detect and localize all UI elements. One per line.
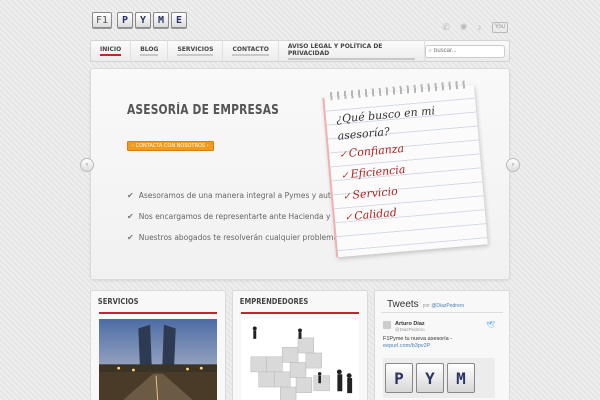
box-title: SERVICIOS — [97, 297, 139, 306]
servicios-box: SERVICIOS — [90, 290, 226, 400]
twitter-bird-icon[interactable]: 🕊 — [486, 321, 495, 329]
tweet-author: Arturo Díaz @DiazPedrero 🕊 — [383, 321, 495, 332]
tweet-link[interactable]: eepurl.com/b3pv2P — [383, 343, 430, 349]
tweets-handle-link[interactable]: @DiazPedrero — [431, 303, 464, 309]
title-divider — [241, 312, 359, 314]
logo-key-prefix: F1 — [92, 12, 112, 28]
logo-key: M — [153, 12, 169, 28]
logo-key: P — [117, 12, 133, 28]
tweet-body: F1Pyme tu nueva asesoría - — [383, 336, 453, 342]
nav-item-label: Servicios — [177, 46, 214, 56]
tweet-media[interactable]: P Y M — [383, 358, 495, 398]
notepad-item-text: Eficiencia — [350, 162, 406, 181]
slider-next-button[interactable]: › — [506, 158, 520, 172]
nav-item-label: Contacto — [232, 46, 269, 56]
chevron-left-icon: ‹ — [86, 162, 88, 168]
media-key: M — [447, 363, 475, 393]
hero-slider: ASESORÍA DE EMPRESAS › CONTACTA CON NOSO… — [90, 68, 510, 280]
nav-item-servicios[interactable]: Servicios — [168, 40, 224, 62]
nav-item-label: Blog — [140, 46, 159, 56]
check-icon: ✓ — [344, 212, 353, 224]
check-icon: ✓ — [340, 170, 350, 182]
nav-item-inicio[interactable]: Inicio — [91, 40, 132, 62]
check-icon: ✔ — [127, 212, 134, 221]
slider-prev-button[interactable]: ‹ — [80, 158, 94, 172]
logo-key: Y — [135, 12, 151, 28]
media-key: Y — [416, 363, 444, 393]
nav-item-blog[interactable]: Blog — [131, 40, 169, 62]
notepad-item-text: Servicio — [351, 184, 399, 202]
check-icon: ✔ — [127, 233, 134, 242]
notepad-item-text: Calidad — [353, 205, 398, 223]
contact-cta-button[interactable]: › CONTACTA CON NOSOTROS › — [127, 141, 214, 151]
twitter-widget: Tweets por @DiazPedrero Arturo Díaz @Dia… — [374, 290, 510, 400]
avatar[interactable] — [383, 321, 391, 329]
box-title: EMPRENDEDORES — [239, 297, 309, 306]
nav-item-aviso-legal[interactable]: Aviso legal y política de privacidad — [279, 40, 425, 62]
tweet-text: F1Pyme tu nueva asesoría - eepurl.com/b3… — [383, 336, 495, 350]
chevron-right-icon: › — [512, 162, 514, 168]
media-key: P — [385, 363, 413, 393]
social-links: ✆ ✺ ♪ You — [442, 22, 508, 33]
slide-title: ASESORÍA DE EMPRESAS — [127, 103, 280, 118]
tweets-title: Tweets — [387, 299, 419, 310]
check-icon: ✓ — [338, 150, 348, 161]
puzzle-photo[interactable] — [241, 319, 359, 400]
tweet-author-handle[interactable]: @DiazPedrero — [395, 327, 425, 332]
notepad-image: ¿Qué busco en mi asesoría? ✓Confianza ✓E… — [322, 80, 488, 258]
check-icon: ✓ — [342, 191, 352, 203]
nav-item-label: Inicio — [100, 46, 122, 56]
search-input[interactable] — [434, 48, 504, 54]
tweets-divider — [381, 312, 503, 313]
check-icon: ✔ — [127, 191, 134, 200]
youtube-icon[interactable]: You — [491, 22, 508, 33]
nav-item-label: Aviso legal y política de privacidad — [287, 43, 415, 60]
tweets-via-prefix: por — [422, 303, 430, 309]
nav-item-contacto[interactable]: Contacto — [223, 40, 279, 62]
tweet: Arturo Díaz @DiazPedrero 🕊 F1Pyme tu nue… — [383, 321, 495, 398]
search-icon: ⌕ — [428, 47, 432, 54]
feature-text: Asesoramos de una manera integral a Pyme… — [138, 191, 361, 200]
search-box: ⌕ — [424, 44, 505, 58]
tweets-header: Tweets por @DiazPedrero — [375, 291, 509, 310]
emprendedores-box: EMPRENDEDORES — [232, 290, 368, 400]
city-photo[interactable] — [99, 319, 217, 400]
mic-icon[interactable]: ♪ — [477, 23, 482, 32]
notepad-item-text: Confianza — [348, 142, 405, 160]
site-logo[interactable]: F1 P Y M E — [92, 12, 187, 28]
tweets-byline: por @DiazPedrero — [423, 303, 465, 309]
skype-icon[interactable]: ✆ — [442, 23, 450, 32]
title-divider — [99, 312, 217, 314]
globe-icon[interactable]: ✺ — [460, 23, 468, 32]
logo-key: E — [171, 12, 187, 28]
notepad-spiral — [329, 80, 471, 101]
main-nav: Inicio Blog Servicios Contacto Aviso leg… — [90, 40, 510, 62]
